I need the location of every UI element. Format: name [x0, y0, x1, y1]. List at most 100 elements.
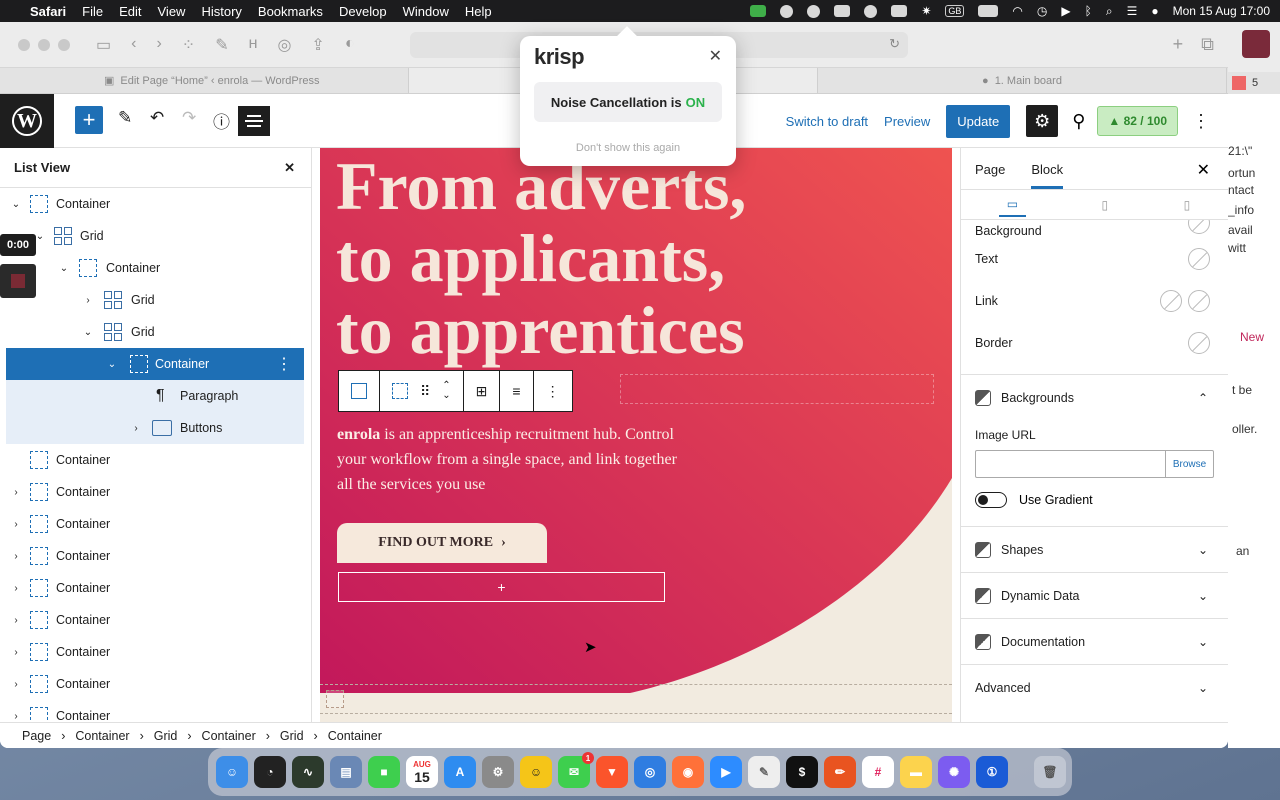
chevron-right-icon[interactable]: ›	[82, 295, 94, 306]
list-item[interactable]: ⌄ Container	[0, 188, 311, 220]
seo-score-badge[interactable]: ▲ 82 / 100	[1097, 106, 1178, 136]
menu-help[interactable]: Help	[465, 4, 492, 19]
parent-block-button[interactable]	[339, 371, 380, 411]
container-icon[interactable]	[326, 690, 344, 708]
app-store-icon[interactable]: A	[444, 756, 476, 788]
list-item[interactable]: ¶ Paragraph	[6, 380, 304, 412]
list-item[interactable]: › Container	[0, 572, 311, 604]
list-item[interactable]: › Buttons	[6, 412, 304, 444]
share-icon[interactable]: ⇪	[311, 35, 324, 55]
facetime-icon[interactable]: ■	[368, 756, 400, 788]
chevron-right-icon[interactable]: ›	[10, 519, 22, 530]
list-item[interactable]: › Container	[0, 604, 311, 636]
image-url-input[interactable]: Browse	[975, 450, 1214, 478]
tab-main-board[interactable]: ● 1. Main board	[818, 68, 1227, 93]
reload-icon[interactable]: ↻	[889, 36, 900, 52]
profile-icon[interactable]	[1242, 30, 1270, 58]
zoom-icon[interactable]: ▶	[710, 756, 742, 788]
search-icon[interactable]: ⌕	[1106, 4, 1113, 19]
list-item-selected[interactable]: ⌄ Container ⋮	[6, 348, 304, 380]
chevron-down-icon[interactable]: ⌄	[1198, 681, 1208, 695]
chevron-right-icon[interactable]: ›	[10, 583, 22, 594]
use-gradient-toggle[interactable]	[975, 492, 1007, 508]
back-icon[interactable]: ‹	[131, 35, 136, 55]
section-documentation[interactable]: Documentation ⌄	[961, 618, 1228, 664]
dont-show-again-link[interactable]: Don't show this again	[520, 142, 736, 154]
firefox-icon[interactable]: ◉	[672, 756, 704, 788]
tab-wordpress[interactable]: ▣ Edit Page “Home” ‹ enrola — WordPress	[0, 68, 409, 93]
forward-icon[interactable]: ›	[156, 35, 161, 55]
desktop-icon[interactable]: ▭	[998, 193, 1027, 217]
chevron-down-icon[interactable]: ⌄	[106, 359, 118, 370]
chevron-right-icon[interactable]: ›	[10, 487, 22, 498]
close-icon[interactable]: ✕	[284, 160, 295, 176]
move-arrows-icon[interactable]: ⌃ ⌄	[442, 381, 450, 401]
extension-icon[interactable]: ✎	[215, 35, 228, 55]
breadcrumb-item[interactable]: Container	[202, 729, 256, 743]
preview-icon[interactable]: ▤	[330, 756, 362, 788]
list-item[interactable]: › Container	[0, 540, 311, 572]
breadcrumb-item[interactable]: Page	[22, 729, 51, 743]
siri-icon[interactable]: ●	[1151, 4, 1158, 18]
info-icon[interactable]: ⓘ	[213, 108, 230, 133]
wordpress-logo[interactable]: W	[0, 94, 54, 148]
system-preferences-icon[interactable]: ⚙	[482, 756, 514, 788]
terminal-icon[interactable]: $	[786, 756, 818, 788]
finder-icon[interactable]: ☺	[216, 756, 248, 788]
chevron-right-icon[interactable]: ›	[10, 679, 22, 690]
chevron-down-icon[interactable]: ⌄	[1198, 635, 1208, 649]
settings-gear-icon[interactable]: ⚙	[1026, 105, 1059, 137]
close-window-button[interactable]	[18, 38, 30, 51]
onepassword-icon[interactable]: ①	[976, 756, 1008, 788]
stop-recording-button[interactable]	[0, 264, 36, 298]
tab-page[interactable]: Page	[975, 162, 1005, 189]
extension-icon[interactable]: ʜ	[249, 35, 258, 55]
tab-overview-icon[interactable]: ⧉	[1201, 34, 1214, 55]
find-out-more-button[interactable]: FIND OUT MORE ›	[337, 523, 547, 563]
switch-to-draft-button[interactable]: Switch to draft	[786, 114, 868, 129]
activity-monitor-icon[interactable]: ∿	[292, 756, 324, 788]
menubar-clock[interactable]: Mon 15 Aug 17:00	[1173, 4, 1270, 18]
battery-icon[interactable]	[978, 5, 999, 17]
list-item[interactable]: › Grid	[0, 284, 311, 316]
layout-button[interactable]: ⊞	[464, 371, 501, 411]
chevron-down-icon[interactable]: ⌄	[82, 327, 94, 338]
extensions-icon[interactable]: ⁘	[182, 35, 195, 55]
block-appender[interactable]: +	[338, 572, 665, 602]
list-item[interactable]: › Container	[0, 700, 311, 722]
list-item[interactable]: ⌄ Grid	[0, 316, 311, 348]
notes-icon[interactable]: ✎	[748, 756, 780, 788]
brave-icon[interactable]: ▼	[596, 756, 628, 788]
app-menu[interactable]: Safari	[30, 4, 66, 19]
align-button[interactable]: ≡	[500, 371, 534, 411]
hero-paragraph[interactable]: enrola is an apprenticeship recruitment …	[337, 422, 677, 497]
chevron-down-icon[interactable]: ⌄	[10, 199, 22, 210]
menu-view[interactable]: View	[158, 4, 186, 19]
update-button[interactable]: Update	[946, 104, 1011, 138]
shield-icon[interactable]: ◐	[345, 35, 355, 55]
calendar-icon[interactable]: AUG 15	[406, 756, 438, 788]
pen-tool-icon[interactable]: ✎	[118, 108, 132, 128]
background-tab[interactable]: 5	[1228, 72, 1280, 94]
tablet-icon[interactable]: ▯	[1102, 198, 1109, 212]
minimize-window-button[interactable]	[38, 38, 50, 51]
section-shapes[interactable]: Shapes ⌄	[961, 526, 1228, 572]
chevron-right-icon[interactable]: ›	[10, 711, 22, 722]
safari-icon[interactable]: ◎	[634, 756, 666, 788]
breadcrumb-item[interactable]: Grid	[154, 729, 178, 743]
chevron-down-icon[interactable]: ⌄	[1198, 543, 1208, 557]
status-icon[interactable]	[807, 4, 821, 18]
keyboard-layout[interactable]: GB	[945, 5, 965, 17]
menu-file[interactable]: File	[82, 4, 103, 19]
chevron-right-icon[interactable]: ›	[10, 647, 22, 658]
emoji-app-icon[interactable]: ☺	[520, 756, 552, 788]
time-machine-icon[interactable]: ◷	[1037, 4, 1047, 18]
new-tab-icon[interactable]: +	[1173, 34, 1184, 55]
status-icon[interactable]	[780, 4, 794, 18]
control-center-icon[interactable]: ☰	[1127, 4, 1138, 18]
trash-icon[interactable]: 🗑	[1034, 756, 1066, 788]
tab-block[interactable]: Block	[1031, 162, 1064, 189]
list-item[interactable]: › Container	[0, 668, 311, 700]
chevron-right-icon[interactable]: ›	[10, 615, 22, 626]
chevron-down-icon[interactable]: ⌄	[1198, 589, 1208, 603]
